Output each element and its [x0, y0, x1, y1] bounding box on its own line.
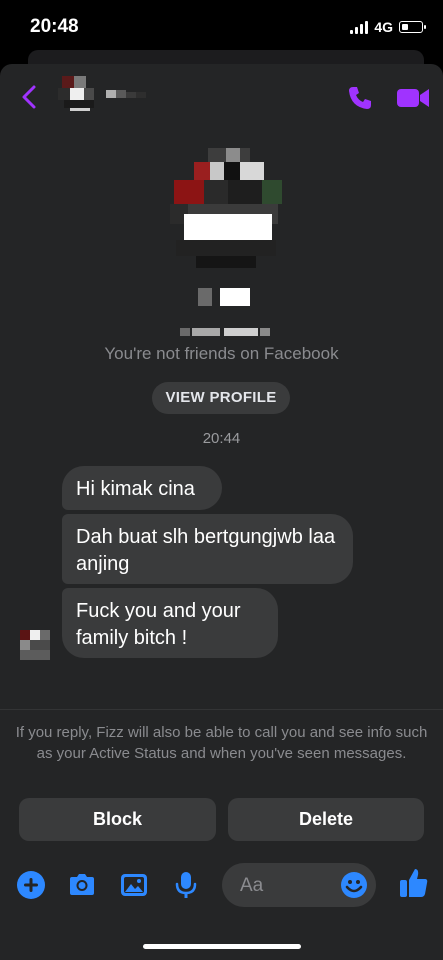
message-bubble[interactable]: Fuck you and your family bitch ! [62, 588, 278, 658]
delete-button[interactable]: Delete [228, 798, 424, 841]
home-indicator [143, 944, 301, 949]
message-bubble[interactable]: Dah buat slh bertgungjwb laa anjing [62, 514, 353, 584]
battery-icon [399, 21, 426, 33]
header-avatar[interactable] [58, 76, 102, 120]
camera-icon[interactable] [67, 870, 97, 900]
block-button[interactable]: Block [19, 798, 216, 841]
microphone-icon[interactable] [171, 870, 201, 900]
message-bubble[interactable]: Hi kimak cina [62, 466, 222, 510]
emoji-icon[interactable] [340, 871, 368, 899]
message-composer: Aa [0, 860, 443, 916]
back-chevron-icon[interactable] [18, 82, 42, 112]
signal-icon [350, 20, 369, 34]
chat-header [0, 64, 443, 130]
not-friends-text: You're not friends on Facebook [104, 344, 339, 363]
network-type: 4G [374, 19, 393, 35]
message-timestamp: 20:44 [202, 430, 241, 447]
status-indicators: 4G [350, 19, 426, 35]
status-bar: 20:48 4G [0, 0, 443, 56]
image-icon[interactable] [119, 870, 149, 900]
message-input-placeholder: Aa [240, 875, 264, 896]
profile-avatar-pixelated[interactable] [166, 148, 292, 274]
thumbs-up-icon[interactable] [398, 866, 430, 900]
video-camera-icon[interactable] [396, 84, 430, 112]
plus-circle-icon[interactable] [16, 870, 46, 900]
phone-icon[interactable] [346, 84, 374, 112]
view-profile-button[interactable]: VIEW PROFILE [152, 382, 290, 414]
sender-avatar[interactable] [20, 630, 50, 660]
message-request-notice: If you reply, Fizz will also be able to … [15, 724, 428, 762]
divider [0, 709, 443, 710]
status-time: 20:48 [30, 16, 79, 37]
message-input[interactable]: Aa [222, 863, 376, 907]
conversation-sheet: You're not friends on Facebook VIEW PROF… [0, 64, 443, 960]
